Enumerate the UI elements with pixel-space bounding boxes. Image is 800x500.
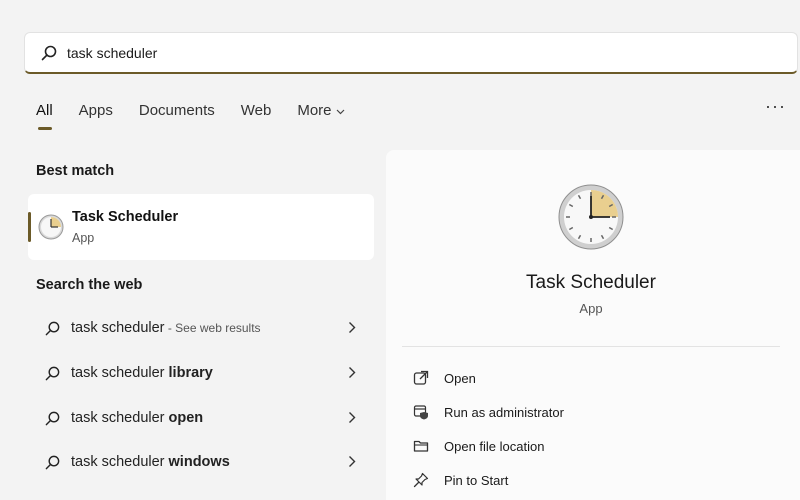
web-result-item[interactable]: task scheduler library bbox=[28, 353, 374, 393]
web-result-bold: library bbox=[168, 365, 213, 381]
search-box[interactable] bbox=[24, 32, 798, 74]
search-icon bbox=[42, 363, 62, 383]
pin-icon bbox=[412, 471, 430, 489]
search-icon bbox=[42, 318, 62, 338]
best-match-item[interactable]: Task Scheduler App bbox=[28, 194, 374, 260]
web-result-prefix: task scheduler bbox=[71, 320, 165, 336]
best-match-kind: App bbox=[72, 231, 95, 245]
tab-all[interactable]: All bbox=[36, 100, 53, 130]
web-result-label: task scheduler windows bbox=[71, 454, 230, 470]
search-web-heading: Search the web bbox=[36, 277, 143, 293]
more-options-button[interactable]: ··· bbox=[765, 96, 786, 117]
best-match-name: Task Scheduler bbox=[72, 209, 179, 225]
web-result-item[interactable]: task scheduler open bbox=[28, 398, 374, 438]
preview-app-name: Task Scheduler bbox=[526, 272, 656, 293]
action-open[interactable]: Open bbox=[412, 366, 476, 390]
chevron-right-icon bbox=[348, 321, 356, 339]
action-open-file-location[interactable]: Open file location bbox=[412, 434, 544, 458]
chevron-right-icon bbox=[348, 411, 356, 429]
open-external-icon bbox=[412, 369, 430, 387]
web-result-label: task scheduler library bbox=[71, 365, 213, 381]
selection-indicator bbox=[28, 212, 31, 242]
search-icon bbox=[39, 43, 59, 63]
web-result-prefix: task scheduler bbox=[71, 410, 169, 426]
web-result-item[interactable]: task scheduler - See web results bbox=[28, 308, 374, 348]
tab-more[interactable]: More bbox=[297, 100, 344, 124]
chevron-right-icon bbox=[348, 455, 356, 473]
web-result-prefix: task scheduler bbox=[71, 365, 169, 381]
best-match-heading: Best match bbox=[36, 163, 115, 179]
folder-icon bbox=[412, 437, 430, 455]
preview-app-kind: App bbox=[579, 301, 603, 316]
action-label: Open bbox=[444, 370, 476, 386]
tab-documents[interactable]: Documents bbox=[139, 100, 215, 124]
chevron-down-icon bbox=[336, 100, 345, 122]
action-label: Pin to Start bbox=[444, 472, 509, 488]
shield-admin-icon bbox=[412, 403, 430, 421]
web-result-bold: windows bbox=[168, 454, 230, 470]
action-run-as-administrator[interactable]: Run as administrator bbox=[412, 400, 564, 424]
divider bbox=[402, 346, 780, 347]
action-pin-to-start[interactable]: Pin to Start bbox=[412, 468, 508, 492]
search-icon bbox=[42, 452, 62, 472]
search-input[interactable] bbox=[67, 44, 467, 61]
chevron-right-icon bbox=[348, 366, 356, 384]
web-result-item[interactable]: task scheduler windows bbox=[28, 442, 374, 482]
web-result-suffix: - See web results bbox=[164, 321, 261, 335]
action-label: Run as administrator bbox=[444, 404, 564, 420]
action-label: Open file location bbox=[444, 438, 545, 454]
search-icon bbox=[42, 408, 62, 428]
tab-more-label: More bbox=[297, 102, 332, 119]
web-result-label: task scheduler - See web results bbox=[71, 320, 261, 336]
tab-apps[interactable]: Apps bbox=[79, 100, 113, 124]
web-result-bold: open bbox=[168, 410, 204, 426]
task-scheduler-clock-icon bbox=[38, 214, 64, 240]
filter-tabs: All Apps Documents Web More bbox=[36, 100, 371, 130]
web-result-label: task scheduler open bbox=[71, 410, 203, 426]
task-scheduler-clock-icon bbox=[558, 184, 624, 250]
web-result-prefix: task scheduler bbox=[71, 454, 169, 470]
preview-pane: Task Scheduler App Open Run as administr… bbox=[386, 150, 800, 500]
tab-web[interactable]: Web bbox=[241, 100, 272, 124]
